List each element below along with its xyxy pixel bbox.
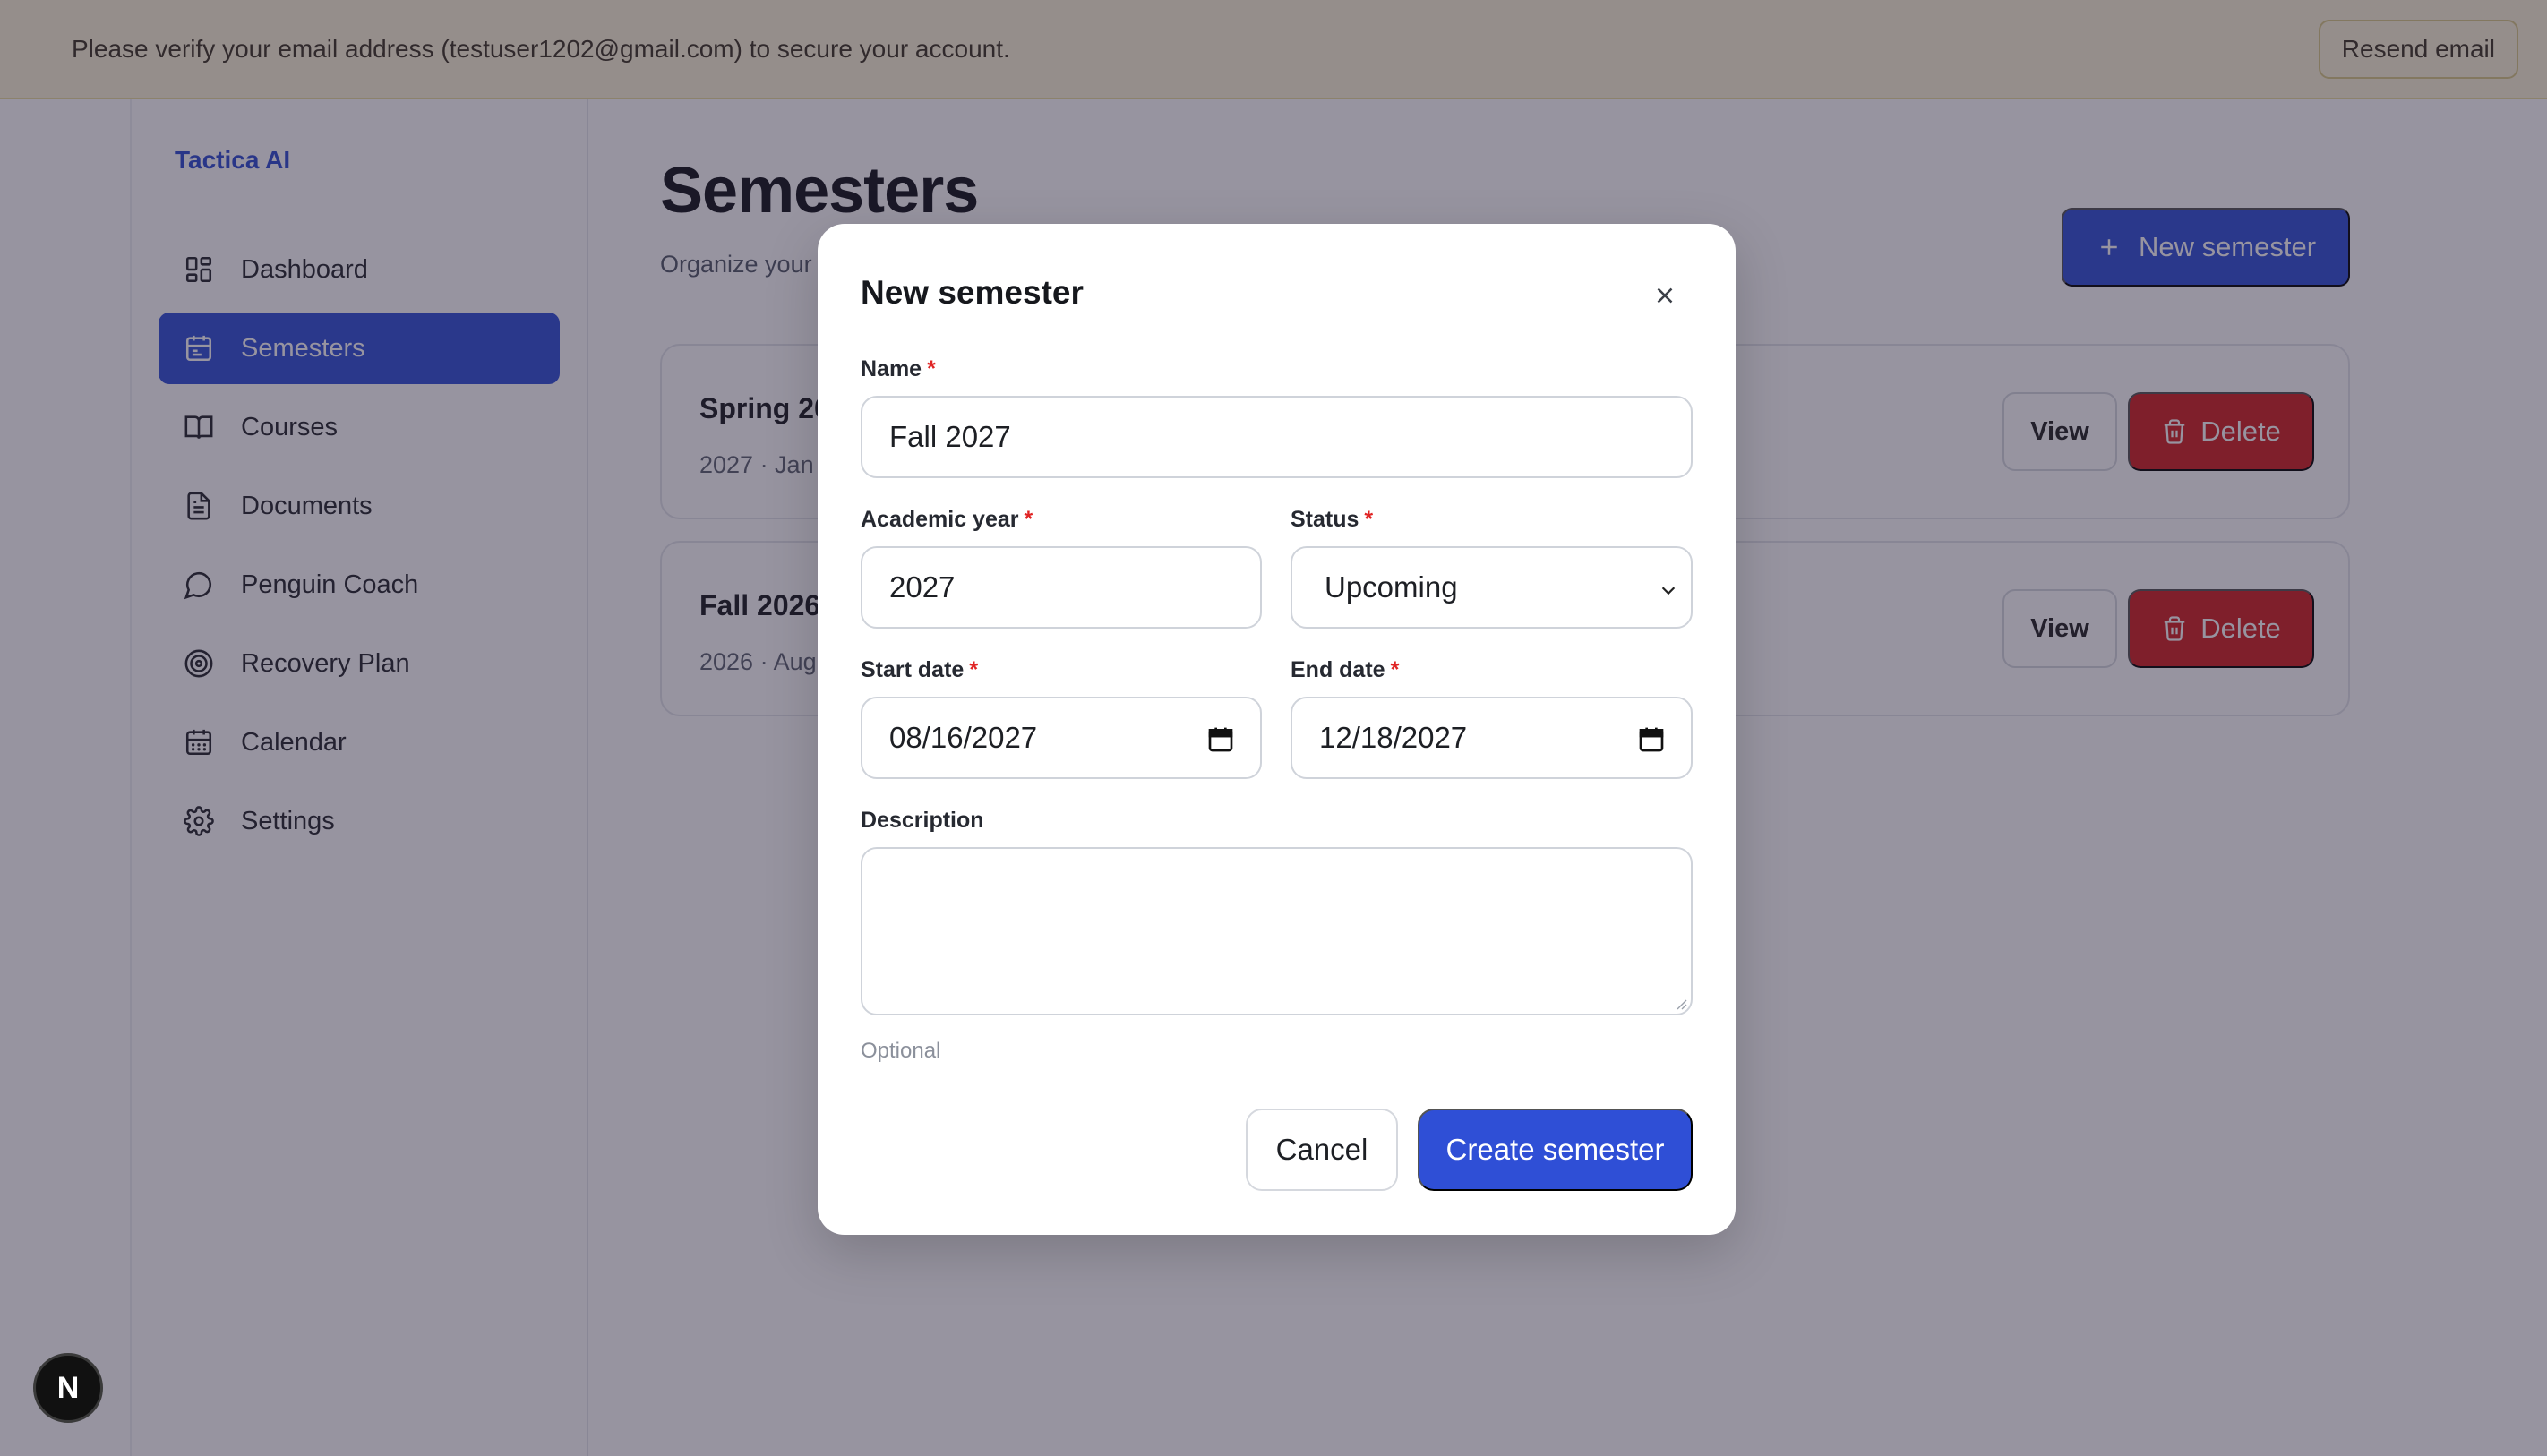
dialog-title: New semester bbox=[861, 274, 1084, 311]
status-label: Status * bbox=[1291, 507, 1373, 533]
create-semester-button[interactable]: Create semester bbox=[1418, 1109, 1693, 1191]
start-date-input[interactable]: 08/16/2027 bbox=[861, 697, 1262, 779]
start-date-label: Start date * bbox=[861, 657, 978, 683]
start-date-label-text: Start date bbox=[861, 657, 965, 682]
chevron-down-icon bbox=[1661, 587, 1676, 595]
name-value: Fall 2027 bbox=[889, 420, 1011, 453]
required-mark: * bbox=[1364, 507, 1374, 532]
start-date-value: 08/16/2027 bbox=[889, 721, 1038, 754]
academic-year-value: 2027 bbox=[889, 570, 956, 604]
close-dialog-button[interactable] bbox=[1647, 278, 1683, 313]
required-mark: * bbox=[1390, 657, 1400, 682]
end-date-value: 12/18/2027 bbox=[1319, 721, 1468, 754]
name-label: Name * bbox=[861, 356, 936, 382]
end-date-input[interactable]: 12/18/2027 bbox=[1291, 697, 1693, 779]
cancel-button[interactable]: Cancel bbox=[1246, 1109, 1398, 1191]
required-mark: * bbox=[969, 657, 979, 682]
status-select[interactable]: Upcoming bbox=[1291, 546, 1693, 629]
status-value: Upcoming bbox=[1325, 570, 1458, 604]
name-label-text: Name bbox=[861, 356, 922, 381]
resize-handle-icon[interactable] bbox=[1673, 996, 1687, 1010]
end-date-label: End date * bbox=[1291, 657, 1399, 683]
required-mark: * bbox=[927, 356, 936, 381]
status-label-text: Status bbox=[1291, 507, 1359, 532]
academic-year-label: Academic year * bbox=[861, 507, 1033, 533]
nextjs-dev-badge[interactable]: N bbox=[33, 1353, 103, 1423]
name-input[interactable]: Fall 2027 bbox=[861, 396, 1693, 478]
description-hint: Optional bbox=[861, 1039, 941, 1063]
new-semester-dialog: New semester Name * Fall 2027 Academic ye… bbox=[818, 224, 1736, 1235]
academic-year-label-text: Academic year bbox=[861, 507, 1019, 532]
calendar-picker-icon[interactable] bbox=[1637, 725, 1666, 754]
end-date-label-text: End date bbox=[1291, 657, 1385, 682]
description-textarea[interactable] bbox=[861, 847, 1693, 1015]
close-icon bbox=[1657, 287, 1673, 304]
description-label: Description bbox=[861, 808, 984, 833]
academic-year-input[interactable]: 2027 bbox=[861, 546, 1262, 629]
calendar-picker-icon[interactable] bbox=[1206, 725, 1235, 754]
required-mark: * bbox=[1024, 507, 1033, 532]
